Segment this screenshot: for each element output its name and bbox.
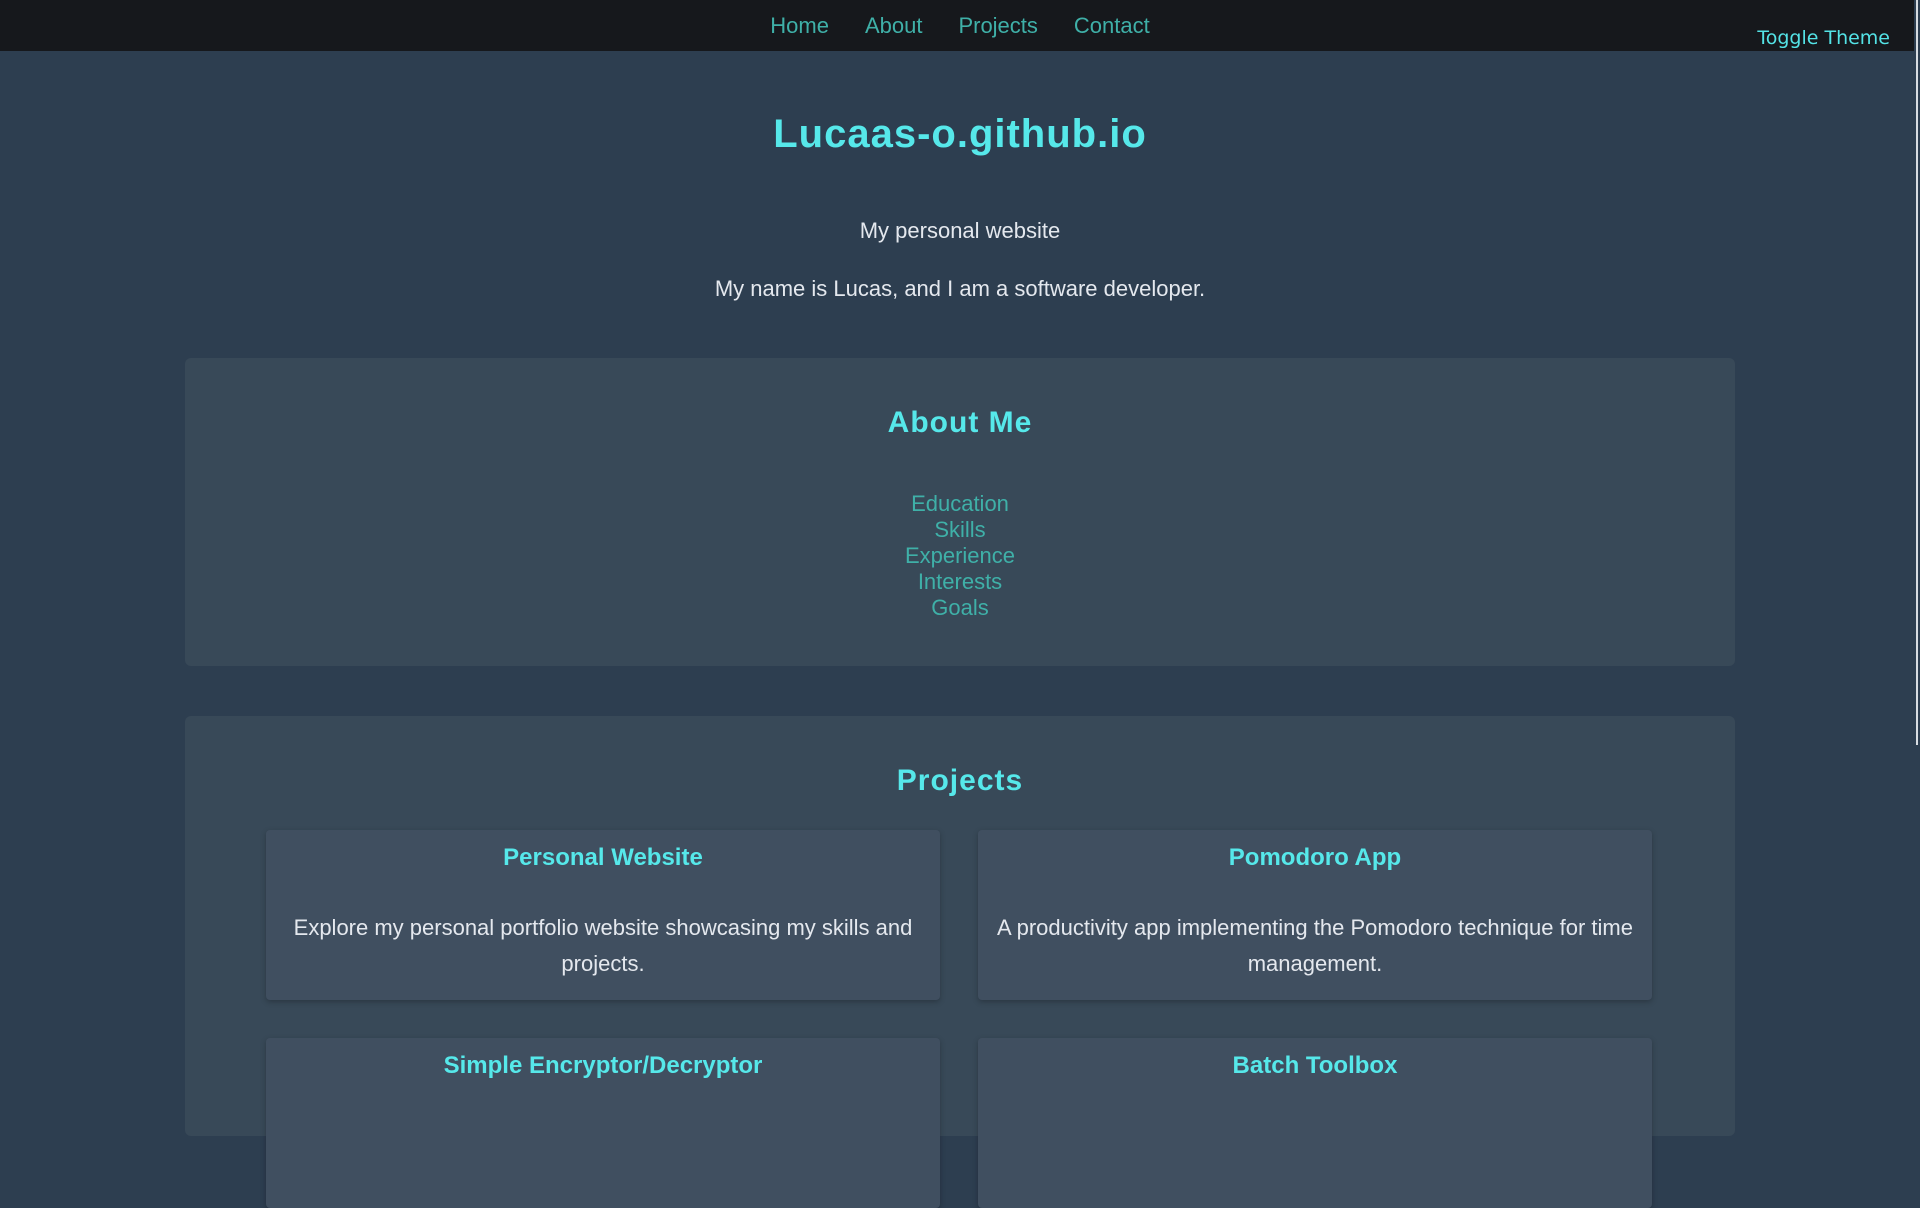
projects-section: Projects Personal Website Explore my per…	[185, 716, 1735, 1208]
about-item-goals[interactable]: Goals	[185, 595, 1735, 621]
project-card-simple-encryptor[interactable]: Simple Encryptor/Decryptor	[266, 1038, 940, 1208]
toggle-theme-button[interactable]: Toggle Theme	[1757, 27, 1890, 49]
project-card-title: Pomodoro App	[1228, 844, 1402, 871]
project-card-description: Explore my personal portfolio website sh…	[293, 915, 913, 976]
about-section: About Me Education Skills Experience Int…	[185, 358, 1735, 666]
site-title: Lucaas-o.github.io	[773, 112, 1147, 156]
project-card-title: Batch Toolbox	[1232, 1052, 1398, 1079]
project-card-title: Simple Encryptor/Decryptor	[443, 1052, 763, 1079]
project-card-title: Personal Website	[503, 844, 703, 871]
nav-link-about[interactable]: About	[865, 13, 923, 39]
about-item-experience[interactable]: Experience	[185, 543, 1735, 569]
about-title: About Me	[887, 406, 1033, 439]
page-scrollbar[interactable]	[1914, 0, 1920, 1080]
project-card-personal-website[interactable]: Personal Website Explore my personal por…	[266, 830, 940, 1000]
project-card-batch-toolbox[interactable]: Batch Toolbox	[978, 1038, 1652, 1208]
nav-link-home[interactable]: Home	[770, 13, 829, 39]
site-intro: My name is Lucas, and I am a software de…	[714, 276, 1206, 301]
nav-links: Home About Projects Contact	[0, 0, 1920, 51]
nav-link-projects[interactable]: Projects	[958, 13, 1037, 39]
site-tagline: My personal website	[859, 218, 1061, 243]
project-card-description: A productivity app implementing the Pomo…	[997, 915, 1633, 976]
projects-title: Projects	[896, 764, 1024, 797]
top-nav: Home About Projects Contact	[0, 0, 1920, 51]
nav-link-contact[interactable]: Contact	[1074, 13, 1150, 39]
about-item-education[interactable]: Education	[185, 491, 1735, 517]
about-list: Education Skills Experience Interests Go…	[185, 491, 1735, 621]
project-card-pomodoro-app[interactable]: Pomodoro App A productivity app implemen…	[978, 830, 1652, 1000]
about-item-skills[interactable]: Skills	[185, 517, 1735, 543]
about-item-interests[interactable]: Interests	[185, 569, 1735, 595]
scrollbar-thumb[interactable]	[1916, 0, 1918, 745]
